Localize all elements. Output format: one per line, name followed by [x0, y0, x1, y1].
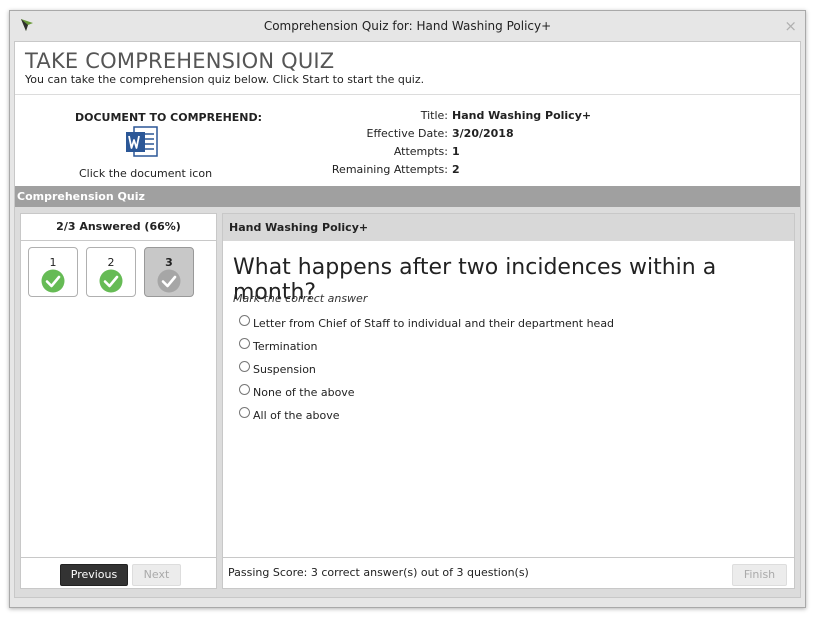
answer-option[interactable]: Termination — [239, 337, 614, 360]
answer-list: Letter from Chief of Staff to individual… — [239, 314, 614, 429]
page-title: TAKE COMPREHENSION QUIZ — [25, 49, 335, 73]
page-header: TAKE COMPREHENSION QUIZ You can take the… — [15, 42, 800, 95]
document-meta: Title: Hand Washing Policy+ Effective Da… — [315, 109, 615, 181]
meta-key: Title: — [420, 109, 448, 122]
question-number: 1 — [49, 256, 57, 269]
meta-effective-date: Effective Date: 3/20/2018 — [315, 127, 615, 145]
quiz-document-title: Hand Washing Policy+ — [223, 214, 794, 241]
answer-label: Termination — [253, 340, 318, 353]
answer-option[interactable]: Letter from Chief of Staff to individual… — [239, 314, 614, 337]
answer-option[interactable]: None of the above — [239, 383, 614, 406]
meta-remaining-attempts: Remaining Attempts: 2 — [315, 163, 615, 181]
passing-score: Passing Score: 3 correct answer(s) out o… — [228, 566, 529, 579]
check-circle-icon — [99, 269, 123, 293]
previous-button[interactable]: Previous — [60, 564, 128, 586]
meta-title: Title: Hand Washing Policy+ — [315, 109, 615, 127]
question-number: 2 — [107, 256, 115, 269]
answer-label: None of the above — [253, 386, 355, 399]
question-button-1[interactable]: 1 — [28, 247, 78, 297]
question-panel: Hand Washing Policy+ What happens after … — [222, 213, 795, 589]
question-button-3[interactable]: 3 — [144, 247, 194, 297]
answer-label: All of the above — [253, 409, 340, 422]
next-button[interactable]: Next — [132, 564, 181, 586]
meta-value: 3/20/2018 — [452, 127, 514, 140]
meta-attempts: Attempts: 1 — [315, 145, 615, 163]
question-button-2[interactable]: 2 — [86, 247, 136, 297]
radio-button[interactable] — [239, 338, 250, 349]
check-circle-icon — [157, 269, 181, 293]
meta-value: 2 — [452, 163, 460, 176]
meta-value: 1 — [452, 145, 460, 158]
title-bar: Comprehension Quiz for: Hand Washing Pol… — [10, 11, 805, 41]
answer-label: Letter from Chief of Staff to individual… — [253, 317, 615, 330]
document-label: DOCUMENT TO COMPREHEND: — [75, 111, 263, 124]
navigator-footer: Previous Next — [21, 557, 216, 588]
question-footer: Passing Score: 3 correct answer(s) out o… — [223, 557, 794, 588]
radio-button[interactable] — [239, 361, 250, 372]
question-navigator: 2/3 Answered (66%) 1 2 3 Previous Next — [20, 213, 217, 589]
answer-option[interactable]: All of the above — [239, 406, 614, 429]
radio-button[interactable] — [239, 315, 250, 326]
check-circle-icon — [41, 269, 65, 293]
quiz-area: 2/3 Answered (66%) 1 2 3 Previous Next H… — [15, 207, 800, 597]
answer-option[interactable]: Suspension — [239, 360, 614, 383]
document-hint: Click the document icon — [79, 167, 213, 180]
word-document-icon[interactable] — [125, 126, 159, 158]
finish-button[interactable]: Finish — [732, 564, 787, 586]
page-subtitle: You can take the comprehension quiz belo… — [25, 73, 425, 86]
section-bar: Comprehension Quiz — [15, 186, 800, 207]
window-title: Comprehension Quiz for: Hand Washing Pol… — [263, 19, 552, 33]
dialog-content: TAKE COMPREHENSION QUIZ You can take the… — [14, 41, 801, 598]
meta-key: Attempts: — [393, 145, 448, 158]
radio-button[interactable] — [239, 407, 250, 418]
answer-instruction: Mark the correct answer — [233, 292, 368, 305]
quiz-dialog: Comprehension Quiz for: Hand Washing Pol… — [9, 10, 806, 608]
answer-label: Suspension — [253, 363, 316, 376]
section-title: Comprehension Quiz — [17, 190, 145, 203]
meta-key: Remaining Attempts: — [331, 163, 448, 176]
meta-key: Effective Date: — [366, 127, 449, 140]
question-number: 3 — [165, 256, 173, 269]
progress-label: 2/3 Answered (66%) — [21, 214, 216, 241]
meta-value: Hand Washing Policy+ — [452, 109, 592, 122]
radio-button[interactable] — [239, 384, 250, 395]
close-icon[interactable]: × — [784, 17, 797, 35]
